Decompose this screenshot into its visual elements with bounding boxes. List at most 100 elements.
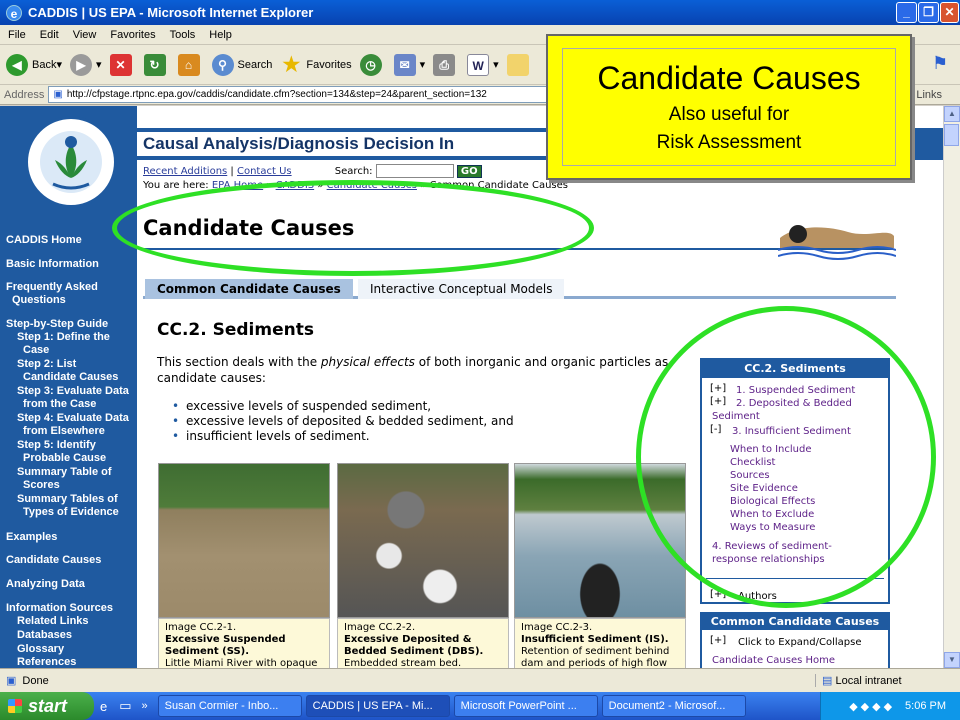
nav-step4-2[interactable]: from Elsewhere: [23, 425, 105, 438]
menu-favorites[interactable]: Favorites: [110, 29, 155, 41]
star-icon: ★: [282, 53, 301, 76]
desktop-quicklaunch-icon[interactable]: ▭: [119, 698, 131, 714]
nav-step4[interactable]: Step 4: Evaluate Data: [17, 412, 129, 425]
favorites-button[interactable]: ★ Favorites: [280, 54, 351, 76]
epa-seal-logo: [25, 116, 117, 208]
close-button[interactable]: ✕: [940, 2, 959, 23]
nav-step2[interactable]: Step 2: List: [17, 358, 76, 371]
task-powerpoint[interactable]: Microsoft PowerPoint ...: [453, 695, 598, 717]
menu-help[interactable]: Help: [209, 29, 232, 41]
stop-icon: ✕: [109, 53, 132, 76]
nav-step2-2[interactable]: Candidate Causes: [23, 371, 118, 384]
nav-step1-2[interactable]: Case: [23, 344, 49, 357]
clock: 5:06 PM: [905, 700, 946, 712]
nav-summary-scores[interactable]: Summary Table of: [17, 466, 112, 479]
callout-title: Candidate Causes: [597, 60, 861, 96]
nav-glossary[interactable]: Glossary: [17, 643, 64, 656]
print-button[interactable]: ⎙: [433, 53, 459, 76]
nav-information-sources[interactable]: Information Sources: [6, 602, 113, 615]
nav-faq-2[interactable]: Questions: [12, 294, 66, 307]
nav-analyzing-data[interactable]: Analyzing Data: [6, 578, 85, 591]
windows-logo-icon: ⚑: [932, 53, 949, 73]
nav-step5[interactable]: Step 5: Identify: [17, 439, 96, 452]
list-item: excessive levels of deposited & bedded s…: [172, 414, 514, 429]
nav-related-links[interactable]: Related Links: [17, 615, 89, 628]
link-candidate-causes-home[interactable]: Candidate Causes Home: [712, 654, 835, 667]
menu-tools[interactable]: Tools: [170, 29, 196, 41]
caption-2: Image CC.2-2. Excessive Deposited & Bedd…: [337, 618, 509, 668]
search-button[interactable]: ⚲ Search: [211, 53, 272, 76]
highlight-ellipse-sidebox: [636, 306, 936, 608]
contact-us-link[interactable]: Contact Us: [237, 166, 292, 177]
nav-summary-evidence-2[interactable]: Types of Evidence: [23, 506, 119, 519]
nav-step3-2[interactable]: from the Case: [23, 398, 96, 411]
task-word[interactable]: Document2 - Microsof...: [601, 695, 746, 717]
history-button[interactable]: ◷: [359, 53, 386, 76]
nav-step5-2[interactable]: Probable Cause: [23, 452, 106, 465]
stop-button[interactable]: ✕: [109, 53, 136, 76]
history-icon: ◷: [359, 53, 382, 76]
callout-line-3: Risk Assessment: [656, 132, 802, 153]
task-caddis-ie[interactable]: CADDIS | US EPA - Mi...: [305, 695, 450, 717]
refresh-button[interactable]: ↻: [143, 53, 170, 76]
nav-step3[interactable]: Step 3: Evaluate Data: [17, 385, 129, 398]
back-button[interactable]: ◀ Back ▾: [6, 53, 62, 76]
scroll-thumb[interactable]: [944, 124, 959, 146]
nav-references[interactable]: References: [17, 656, 76, 668]
search-input[interactable]: [375, 164, 454, 178]
search-icon: ⚲: [211, 53, 234, 76]
restore-button[interactable]: ❐: [918, 2, 939, 23]
ie-quicklaunch-icon[interactable]: e: [100, 699, 107, 714]
mail-button[interactable]: ✉ ▾: [393, 53, 425, 76]
chevron-icon[interactable]: »: [142, 700, 148, 712]
nav-summary-scores-2[interactable]: Scores: [23, 479, 60, 492]
address-url: http://cfpstage.rtpnc.epa.gov/caddis/can…: [66, 89, 487, 100]
nav-candidate-causes[interactable]: Candidate Causes: [6, 554, 101, 567]
common-causes-box: Common Candidate Causes [+] Click to Exp…: [700, 612, 890, 668]
zone-indicator: ▤ Local intranet: [815, 674, 902, 687]
links-label[interactable]: Links: [916, 89, 942, 101]
ie-icon: e: [6, 4, 22, 21]
search-label: Search:: [334, 166, 373, 177]
callout-box: Candidate Causes Also useful for Risk As…: [546, 34, 912, 180]
list-item: excessive levels of suspended sediment,: [172, 399, 514, 414]
minimize-button[interactable]: _: [896, 2, 917, 23]
window-title: CADDIS | US EPA - Microsoft Internet Exp…: [28, 5, 314, 20]
task-outlook[interactable]: Susan Cormier - Inbo...: [157, 695, 302, 717]
forward-arrow-icon: ▶: [70, 53, 92, 76]
tray-icons[interactable]: ◆◆◆◆: [849, 700, 895, 713]
photo-suspended-sediment: [158, 463, 330, 618]
nav-step-guide[interactable]: Step-by-Step Guide: [6, 318, 108, 331]
status-bar: ▣ Done ▤ Local intranet: [0, 668, 960, 692]
photo-deposited-sediment: [337, 463, 509, 618]
home-button[interactable]: ⌂: [177, 53, 204, 76]
tab-bar: Common Candidate Causes Interactive Conc…: [143, 279, 896, 299]
section-heading: CC.2. Sediments: [157, 320, 314, 340]
nav-examples[interactable]: Examples: [6, 531, 57, 544]
page-done-icon: ▣: [6, 675, 17, 687]
expand-collapse-label: Click to Expand/Collapse: [738, 637, 862, 648]
nav-summary-evidence[interactable]: Summary Tables of: [17, 493, 118, 506]
nav-caddis-home[interactable]: CADDIS Home: [6, 234, 82, 247]
edit-button[interactable]: W ▾: [467, 53, 499, 76]
go-button[interactable]: GO: [456, 165, 482, 178]
nav-faq[interactable]: Frequently Asked: [6, 281, 98, 294]
recent-additions-link[interactable]: Recent Additions: [143, 166, 227, 177]
scroll-up-icon[interactable]: ▲: [944, 106, 960, 122]
expand-toggle-common[interactable]: [+]: [710, 634, 726, 647]
tab-interactive-conceptual-models[interactable]: Interactive Conceptual Models: [358, 279, 565, 299]
menu-view[interactable]: View: [73, 29, 97, 41]
scroll-down-icon[interactable]: ▼: [944, 652, 960, 668]
intro-text: This section deals with the physical eff…: [157, 355, 669, 385]
nav-step1[interactable]: Step 1: Define the: [17, 331, 110, 344]
menu-file[interactable]: File: [8, 29, 26, 41]
start-button[interactable]: start: [0, 692, 94, 720]
site-title: Causal Analysis/Diagnosis Decision In: [143, 134, 455, 153]
menu-edit[interactable]: Edit: [40, 29, 59, 41]
vertical-scrollbar[interactable]: ▲ ▼: [943, 106, 960, 668]
tab-common-candidate-causes[interactable]: Common Candidate Causes: [145, 279, 353, 299]
discuss-button[interactable]: [506, 53, 533, 76]
nav-databases[interactable]: Databases: [17, 629, 72, 642]
nav-basic-information[interactable]: Basic Information: [6, 258, 99, 271]
forward-button[interactable]: ▶ ▾: [70, 53, 102, 76]
